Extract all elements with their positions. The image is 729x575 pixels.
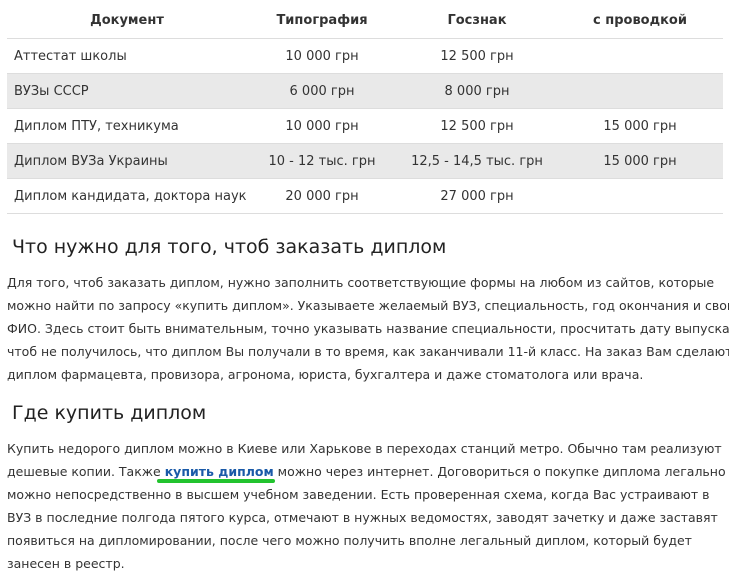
text-before-link: дешевые копии. Также: [7, 464, 165, 479]
paragraph-line: чтоб не получилось, что диплом Вы получа…: [7, 344, 729, 359]
cell-typography: 10 000 грн: [247, 108, 397, 144]
cell-goznak: 8 000 грн: [397, 73, 557, 109]
cell-document: ВУЗы СССР: [7, 73, 247, 109]
cell-typography: 10 000 грн: [247, 38, 397, 74]
paragraph-line: можно найти по запросу «купить диплом». …: [7, 298, 729, 313]
price-table: Документ Типография Госзнак с проводкой …: [7, 2, 723, 214]
cell-with-registration: [557, 38, 723, 74]
paragraph-line-with-link: дешевые копии. Также купить диплом можно…: [7, 460, 726, 483]
cell-document: Диплом кандидата, доктора наук: [7, 178, 247, 214]
cell-with-registration: 15 000 грн: [557, 108, 723, 144]
cell-document: Диплом ВУЗа Украины: [7, 143, 247, 179]
cell-document: Диплом ПТУ, техникума: [7, 108, 247, 144]
cell-goznak: 12,5 - 14,5 тыс. грн: [397, 143, 557, 179]
header-typography: Типография: [247, 2, 397, 39]
cell-with-registration: [557, 178, 723, 214]
cell-with-registration: [557, 73, 723, 109]
cell-goznak: 12 500 грн: [397, 108, 557, 144]
header-with-registration: с проводкой: [557, 2, 723, 39]
table-row: Диплом кандидата, доктора наук 20 000 гр…: [7, 178, 723, 214]
paragraph-line: ФИО. Здесь стоит быть внимательным, точн…: [7, 321, 729, 336]
section-title-buy: Где купить диплом: [12, 402, 207, 424]
cell-typography: 10 - 12 тыс. грн: [247, 143, 397, 179]
paragraph-line: можно непосредственно в высшем учебном з…: [7, 487, 710, 502]
header-goznak: Госзнак: [397, 2, 557, 39]
paragraph-order: Для того, чтоб заказать диплом, нужно за…: [7, 271, 729, 386]
table-row: Диплом ПТУ, техникума 10 000 грн 12 500 …: [7, 108, 723, 144]
cell-goznak: 27 000 грн: [397, 178, 557, 214]
table-header-row: Документ Типография Госзнак с проводкой: [7, 2, 723, 39]
paragraph-line: появиться на дипломировании, после чего …: [7, 533, 692, 548]
section-title-order: Что нужно для того, чтоб заказать диплом: [12, 236, 447, 258]
paragraph-line: Для того, чтоб заказать диплом, нужно за…: [7, 275, 715, 290]
table-row: ВУЗы СССР 6 000 грн 8 000 грн: [7, 73, 723, 109]
table-row: Аттестат школы 10 000 грн 12 500 грн: [7, 38, 723, 74]
cell-with-registration: 15 000 грн: [557, 143, 723, 179]
text-after-link: можно через интернет. Договориться о пок…: [273, 464, 726, 479]
buy-diploma-link[interactable]: купить диплом: [165, 464, 274, 479]
paragraph-line: ВУЗ в последние полгода пятого курса, от…: [7, 510, 718, 525]
paragraph-buy: Купить недорого диплом можно в Киеве или…: [7, 437, 726, 575]
cell-goznak: 12 500 грн: [397, 38, 557, 74]
table-row: Диплом ВУЗа Украины 10 - 12 тыс. грн 12,…: [7, 143, 723, 179]
cell-document: Аттестат школы: [7, 38, 247, 74]
header-document: Документ: [7, 2, 247, 39]
paragraph-line: диплом фармацевта, провизора, агронома, …: [7, 367, 644, 382]
cell-typography: 6 000 грн: [247, 73, 397, 109]
paragraph-line: Купить недорого диплом можно в Киеве или…: [7, 441, 722, 456]
cell-typography: 20 000 грн: [247, 178, 397, 214]
highlight-underline-mark: [157, 479, 275, 483]
